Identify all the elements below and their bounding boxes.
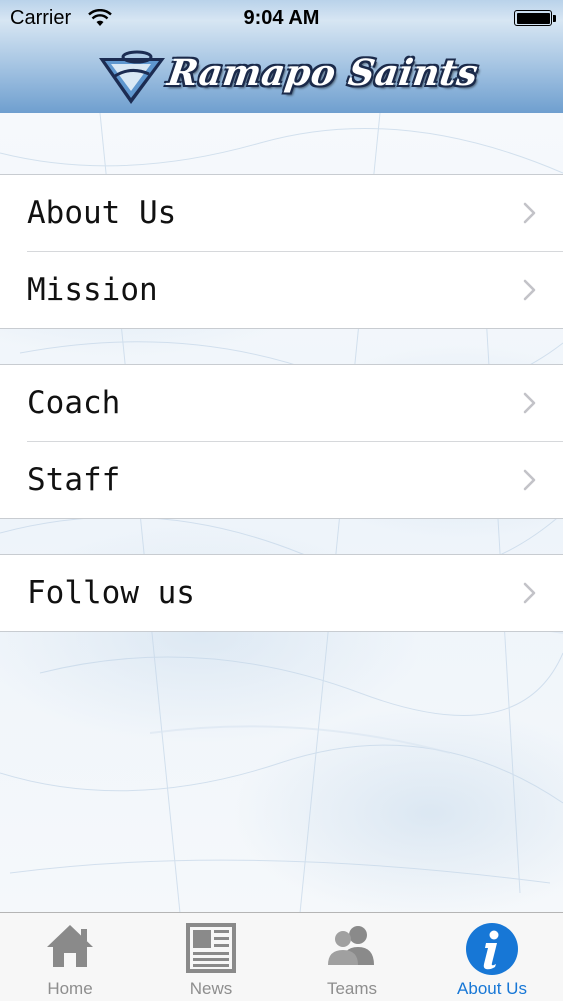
tab-label: News [189, 979, 233, 998]
teams-icon [282, 921, 422, 977]
chevron-right-icon [523, 279, 537, 306]
menu-item-follow-us[interactable]: Follow us [0, 555, 563, 631]
tab-teams[interactable]: Teams [282, 913, 422, 1001]
menu-group-social: Follow us [0, 554, 563, 632]
menu-group-people: Coach Staff [0, 364, 563, 519]
chevron-right-icon [523, 392, 537, 419]
tab-label: Teams [326, 979, 378, 998]
menu-item-label: Mission [27, 272, 158, 308]
menu-item-about-us[interactable]: About Us [0, 175, 563, 251]
chevron-right-icon [523, 582, 537, 609]
status-time: 9:04 AM [243, 7, 320, 29]
battery-icon [514, 10, 552, 26]
menu-item-label: About Us [27, 195, 177, 231]
menu-item-label: Staff [27, 462, 121, 498]
tab-label: Home [47, 979, 93, 998]
menu-item-coach[interactable]: Coach [0, 365, 563, 441]
tab-bar: Home News Teams About Us [0, 912, 563, 1001]
brand-title: Ramapo Saints [165, 52, 481, 94]
status-bar: Carrier 9:04 AM [0, 0, 563, 38]
chevron-right-icon [523, 469, 537, 496]
menu-item-staff[interactable]: Staff [27, 441, 563, 518]
tab-news[interactable]: News [141, 913, 281, 1001]
menu-item-label: Coach [27, 385, 121, 421]
battery-tip [553, 15, 556, 22]
chevron-right-icon [523, 202, 537, 229]
menu-group-about: About Us Mission [0, 174, 563, 329]
menu-item-mission[interactable]: Mission [27, 251, 563, 328]
news-icon [141, 921, 281, 977]
info-icon [422, 921, 562, 977]
saints-shield-logo [97, 48, 167, 111]
menu-item-label: Follow us [27, 575, 195, 611]
tab-label: About Us [457, 979, 527, 998]
home-icon [0, 921, 140, 977]
app-header: Carrier 9:04 AM Ramapo Saints [0, 0, 563, 114]
tab-home[interactable]: Home [0, 913, 140, 1001]
tab-about-us[interactable]: About Us [422, 913, 562, 1001]
